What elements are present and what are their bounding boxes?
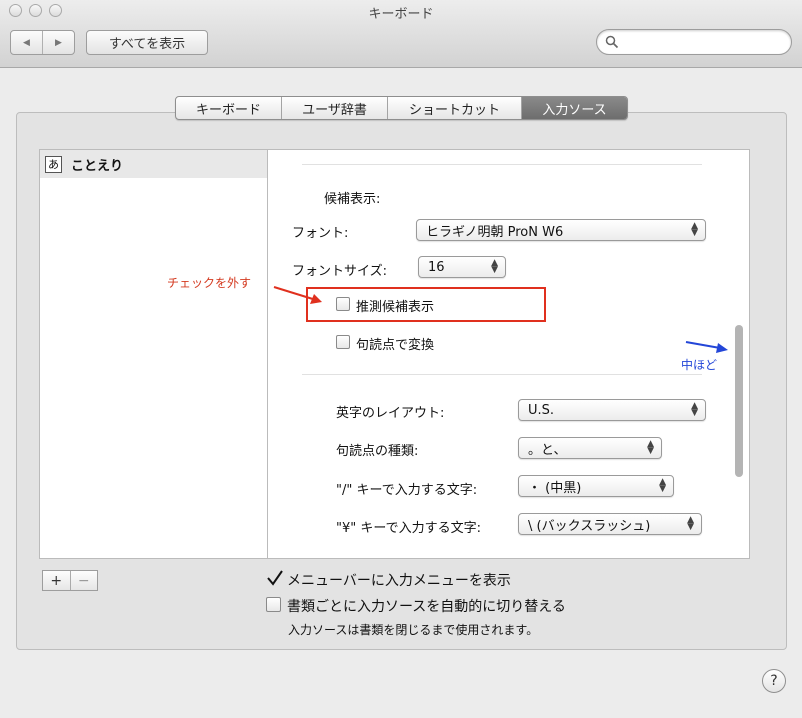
add-remove-group: + − (42, 570, 98, 591)
show-input-menu-label: メニューバーに入力メニューを表示 (287, 573, 511, 589)
search-input[interactable] (623, 33, 783, 51)
midpoint-annotation: 中ほど (681, 358, 718, 372)
tab-bar: キーボード ユーザ辞書 ショートカット 入力ソース (175, 96, 628, 120)
separator (302, 164, 702, 165)
popup-arrows-icon: ▲ ▼ (659, 477, 666, 494)
remove-input-source-button[interactable]: − (69, 571, 98, 590)
red-arrow-icon (273, 286, 322, 304)
font-size-value: 16 (428, 259, 445, 275)
tab-user-dictionary[interactable]: ユーザ辞書 (281, 97, 387, 119)
input-source-options: 候補表示: フォント: ヒラギノ明朝 ProN W6 ▲ ▼ フォントサイズ: 1… (267, 149, 750, 559)
checkmark-icon[interactable] (266, 569, 284, 587)
input-source-item-kotoeri[interactable]: あ ことえり (40, 150, 267, 178)
highlight-box (306, 287, 546, 322)
punctuation-type-value: 。と、 (528, 442, 567, 458)
layout-label: 英字のレイアウト: (336, 406, 445, 421)
options-scrollbar-thumb[interactable] (735, 325, 743, 477)
punctuation-convert-checkbox[interactable] (336, 335, 350, 349)
keyboard-preferences-window: キーボード ◀ ▶ すべてを表示 キーボード ユーザ辞書 ショートカット 入力ソ… (0, 0, 802, 718)
forward-button[interactable]: ▶ (42, 31, 74, 54)
slash-key-popup[interactable]: ・ (中黒) ▲ ▼ (518, 475, 674, 497)
tab-keyboard[interactable]: キーボード (176, 97, 281, 119)
punctuation-type-label: 句読点の種類: (336, 444, 419, 459)
font-size-label: フォントサイズ: (292, 264, 387, 279)
tab-input-sources[interactable]: 入力ソース (521, 97, 627, 119)
window-title: キーボード (368, 7, 434, 22)
popup-arrows-icon: ▲ ▼ (691, 221, 698, 238)
input-source-label: ことえり (71, 158, 124, 174)
auto-switch-checkbox[interactable] (266, 597, 281, 612)
font-value: ヒラギノ明朝 ProN W6 (426, 224, 564, 240)
blue-arrow-icon (685, 341, 728, 353)
uncheck-annotation: チェックを外す (167, 276, 252, 290)
search-icon (605, 35, 619, 49)
candidate-heading: 候補表示: (324, 192, 381, 207)
layout-value: U.S. (528, 402, 555, 418)
popup-arrows-icon: ▲ ▼ (687, 515, 694, 532)
help-button[interactable]: ? (762, 669, 786, 693)
search-field[interactable] (596, 29, 792, 55)
slash-key-value: ・ (中黒) (528, 480, 582, 496)
auto-switch-label: 書類ごとに入力ソースを自動的に切り替える (287, 599, 566, 615)
back-forward-group: ◀ ▶ (10, 30, 75, 55)
popup-arrows-icon: ▲ ▼ (647, 439, 654, 456)
layout-popup[interactable]: U.S. ▲ ▼ (518, 399, 706, 421)
back-arrow-icon: ◀ (23, 37, 30, 48)
title-toolbar: キーボード ◀ ▶ すべてを表示 (0, 0, 802, 68)
forward-arrow-icon: ▶ (55, 37, 62, 48)
punctuation-convert-label: 句読点で変換 (356, 338, 435, 353)
popup-arrows-icon: ▲ ▼ (491, 258, 498, 275)
slash-key-label: "/" キーで入力する文字: (336, 483, 478, 498)
add-input-source-button[interactable]: + (43, 571, 70, 590)
show-all-button[interactable]: すべてを表示 (86, 30, 208, 55)
back-button[interactable]: ◀ (11, 31, 42, 54)
font-popup[interactable]: ヒラギノ明朝 ProN W6 ▲ ▼ (416, 219, 706, 241)
tab-shortcuts[interactable]: ショートカット (387, 97, 521, 119)
yen-key-popup[interactable]: \ (バックスラッシュ) ▲ ▼ (518, 513, 702, 535)
yen-key-value: \ (バックスラッシュ) (528, 518, 651, 534)
font-label: フォント: (292, 226, 349, 241)
auto-switch-note: 入力ソースは書類を閉じるまで使用されます。 (288, 623, 539, 637)
yen-key-label: "¥" キーで入力する文字: (336, 521, 481, 536)
separator (302, 374, 702, 375)
hiragana-input-icon: あ (45, 155, 62, 173)
font-size-popup[interactable]: 16 ▲ ▼ (418, 256, 506, 278)
punctuation-type-popup[interactable]: 。と、 ▲ ▼ (518, 437, 662, 459)
popup-arrows-icon: ▲ ▼ (691, 401, 698, 418)
input-source-list: あ ことえり (39, 149, 267, 559)
